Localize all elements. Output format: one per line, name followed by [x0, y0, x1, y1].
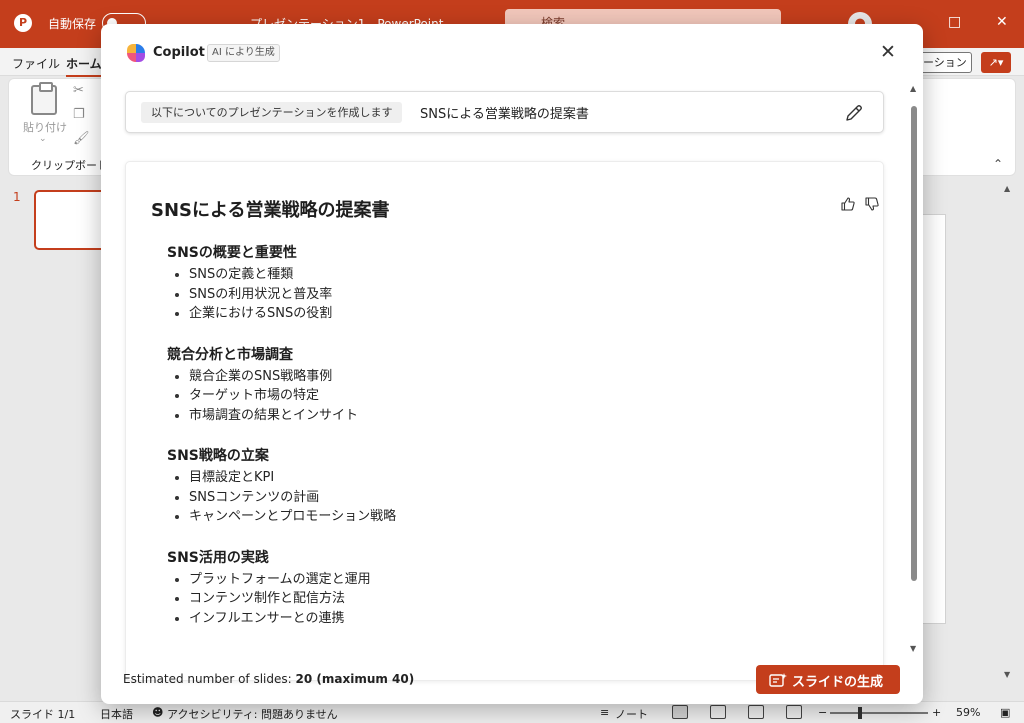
powerpoint-logo-icon: P — [14, 14, 32, 32]
clipboard-group-label: クリップボード — [31, 159, 108, 172]
outline-sections: SNSの概要と重要性 SNSの定義と種類 SNSの利用状況と普及率 企業における… — [167, 242, 847, 648]
prompt-card: 以下についてのプレゼンテーションを作成します SNSによる営業戦略の提案書 — [125, 91, 884, 133]
slide-thumbnail[interactable] — [34, 190, 106, 250]
section-title: SNS戦略の立案 — [167, 448, 269, 464]
bullet-item: SNSの利用状況と普及率 — [167, 285, 847, 305]
tab-file[interactable]: ファイル — [12, 55, 60, 72]
outline-card: SNSによる営業戦略の提案書 SNSの概要と重要性 SNSの定義と種類 SNSの… — [125, 161, 884, 681]
chevron-down-icon[interactable]: ⌄ — [39, 134, 47, 144]
close-icon: ✕ — [880, 41, 896, 63]
outline-section: 競合分析と市場調査 競合企業のSNS戦略事例 ターゲット市場の特定 市場調査の結… — [167, 344, 847, 426]
maximize-icon[interactable]: □ — [948, 14, 961, 30]
thumbs-down-button[interactable] — [864, 196, 880, 212]
zoom-slider-thumb[interactable] — [858, 707, 862, 719]
accessibility-status[interactable]: アクセシビリティ: 問題ありません — [167, 706, 338, 722]
copy-icon[interactable]: ❐ — [73, 107, 85, 122]
generate-slides-label: スライドの生成 — [792, 675, 884, 690]
generate-slides-icon — [769, 673, 787, 687]
accessibility-icon[interactable]: ☻ — [152, 706, 163, 719]
slide-sorter-icon[interactable] — [710, 705, 726, 719]
bullet-list: SNSの定義と種類 SNSの利用状況と普及率 企業におけるSNSの役割 — [167, 265, 847, 324]
dialog-title: Copilot — [153, 45, 205, 60]
zoom-slider[interactable] — [830, 712, 928, 714]
slide-counter: スライド 1/1 — [10, 708, 76, 721]
scroll-up-arrow-icon[interactable]: ▲ — [910, 84, 916, 93]
zoom-out-icon[interactable]: − — [818, 706, 827, 719]
slide-estimate: Estimated number of slides: 20 (maximum … — [123, 672, 414, 686]
bullet-item: インフルエンサーとの連携 — [167, 609, 847, 629]
copilot-logo-icon — [127, 44, 145, 62]
close-window-icon[interactable]: ✕ — [996, 14, 1008, 30]
scroll-down-icon[interactable]: ▼ — [1004, 670, 1010, 679]
bullet-item: ターゲット市場の特定 — [167, 386, 847, 406]
outline-title: SNSによる営業戦略の提案書 — [151, 200, 390, 221]
outline-section: SNSの概要と重要性 SNSの定義と種類 SNSの利用状況と普及率 企業における… — [167, 242, 847, 324]
slideshow-icon[interactable] — [786, 705, 802, 719]
bullet-item: 競合企業のSNS戦略事例 — [167, 367, 847, 387]
close-dialog-button[interactable]: ✕ — [877, 42, 899, 64]
ai-generated-badge: AI により生成 — [207, 44, 280, 62]
bullet-item: 企業におけるSNSの役割 — [167, 304, 847, 324]
status-bar: スライド 1/1 日本語 ☻ アクセシビリティ: 問題ありません ≡ ノート −… — [0, 701, 1024, 723]
paste-label[interactable]: 貼り付け — [23, 119, 67, 135]
scrollbar-thumb[interactable] — [911, 106, 917, 581]
clipboard-icon[interactable] — [31, 82, 57, 115]
present-button[interactable]: ーション — [918, 52, 972, 73]
scissors-icon[interactable]: ✂ — [73, 83, 84, 98]
section-title: SNSの概要と重要性 — [167, 245, 297, 261]
bullet-item: プラットフォームの選定と運用 — [167, 570, 847, 590]
normal-view-icon[interactable] — [672, 705, 688, 719]
outline-section: SNS戦略の立案 目標設定とKPI SNSコンテンツの計画 キャンペーンとプロモ… — [167, 445, 847, 527]
notes-button[interactable]: ノート — [615, 706, 648, 722]
edit-prompt-button[interactable] — [842, 101, 866, 125]
scroll-up-icon[interactable]: ▲ — [1004, 184, 1010, 193]
outline-section: SNS活用の実践 プラットフォームの選定と運用 コンテンツ制作と配信方法 インフ… — [167, 547, 847, 629]
generate-slides-button[interactable]: スライドの生成 — [756, 665, 900, 694]
share-icon: ↗▾ — [988, 56, 1004, 69]
scroll-down-arrow-icon[interactable]: ▼ — [910, 644, 916, 653]
bullet-item: 市場調査の結果とインサイト — [167, 406, 847, 426]
slide-estimate-label: Estimated number of slides: — [123, 672, 292, 686]
pencil-icon — [846, 105, 862, 121]
notes-icon[interactable]: ≡ — [600, 706, 609, 719]
zoom-in-icon[interactable]: + — [932, 706, 941, 719]
zoom-level[interactable]: 59% — [956, 706, 980, 719]
section-title: SNS活用の実践 — [167, 549, 269, 566]
language-indicator[interactable]: 日本語 — [100, 706, 133, 722]
collapse-ribbon-icon[interactable]: ⌃ — [993, 157, 1003, 171]
bullet-item: SNSコンテンツの計画 — [167, 488, 847, 508]
copilot-dialog: Copilot AI により生成 ✕ 以下についてのプレゼンテーションを作成しま… — [101, 24, 923, 704]
slide-canvas[interactable] — [920, 214, 946, 624]
prompt-text: SNSによる営業戦略の提案書 — [420, 107, 589, 122]
bullet-item: コンテンツ制作と配信方法 — [167, 589, 847, 609]
slide-thumbnail-panel: 1 — [0, 178, 106, 698]
bullet-list: プラットフォームの選定と運用 コンテンツ制作と配信方法 インフルエンサーとの連携 — [167, 570, 847, 629]
bullet-item: 目標設定とKPI — [167, 468, 847, 488]
bullet-list: 競合企業のSNS戦略事例 ターゲット市場の特定 市場調査の結果とインサイト — [167, 367, 847, 426]
thumbs-up-button[interactable] — [840, 196, 856, 212]
bullet-list: 目標設定とKPI SNSコンテンツの計画 キャンペーンとプロモーション戦略 — [167, 468, 847, 527]
dialog-scrollbar[interactable]: ▲ ▼ — [909, 84, 919, 654]
format-painter-icon[interactable]: 🖌 — [73, 131, 90, 146]
fit-to-window-icon[interactable]: ▣ — [1000, 706, 1010, 719]
thumbs-down-icon — [865, 197, 879, 211]
autosave-label: 自動保存 — [48, 17, 97, 31]
slide-estimate-value: 20 (maximum 40) — [295, 672, 415, 686]
section-title: 競合分析と市場調査 — [167, 346, 293, 363]
reading-view-icon[interactable] — [748, 705, 764, 719]
bullet-item: SNSの定義と種類 — [167, 265, 847, 285]
share-button[interactable]: ↗▾ — [981, 52, 1011, 73]
prompt-prefix-chip: 以下についてのプレゼンテーションを作成します — [141, 102, 403, 123]
tab-home[interactable]: ホーム — [66, 55, 102, 77]
slide-number: 1 — [13, 190, 21, 204]
thumbs-up-icon — [841, 197, 855, 211]
bullet-item: キャンペーンとプロモーション戦略 — [167, 507, 847, 527]
